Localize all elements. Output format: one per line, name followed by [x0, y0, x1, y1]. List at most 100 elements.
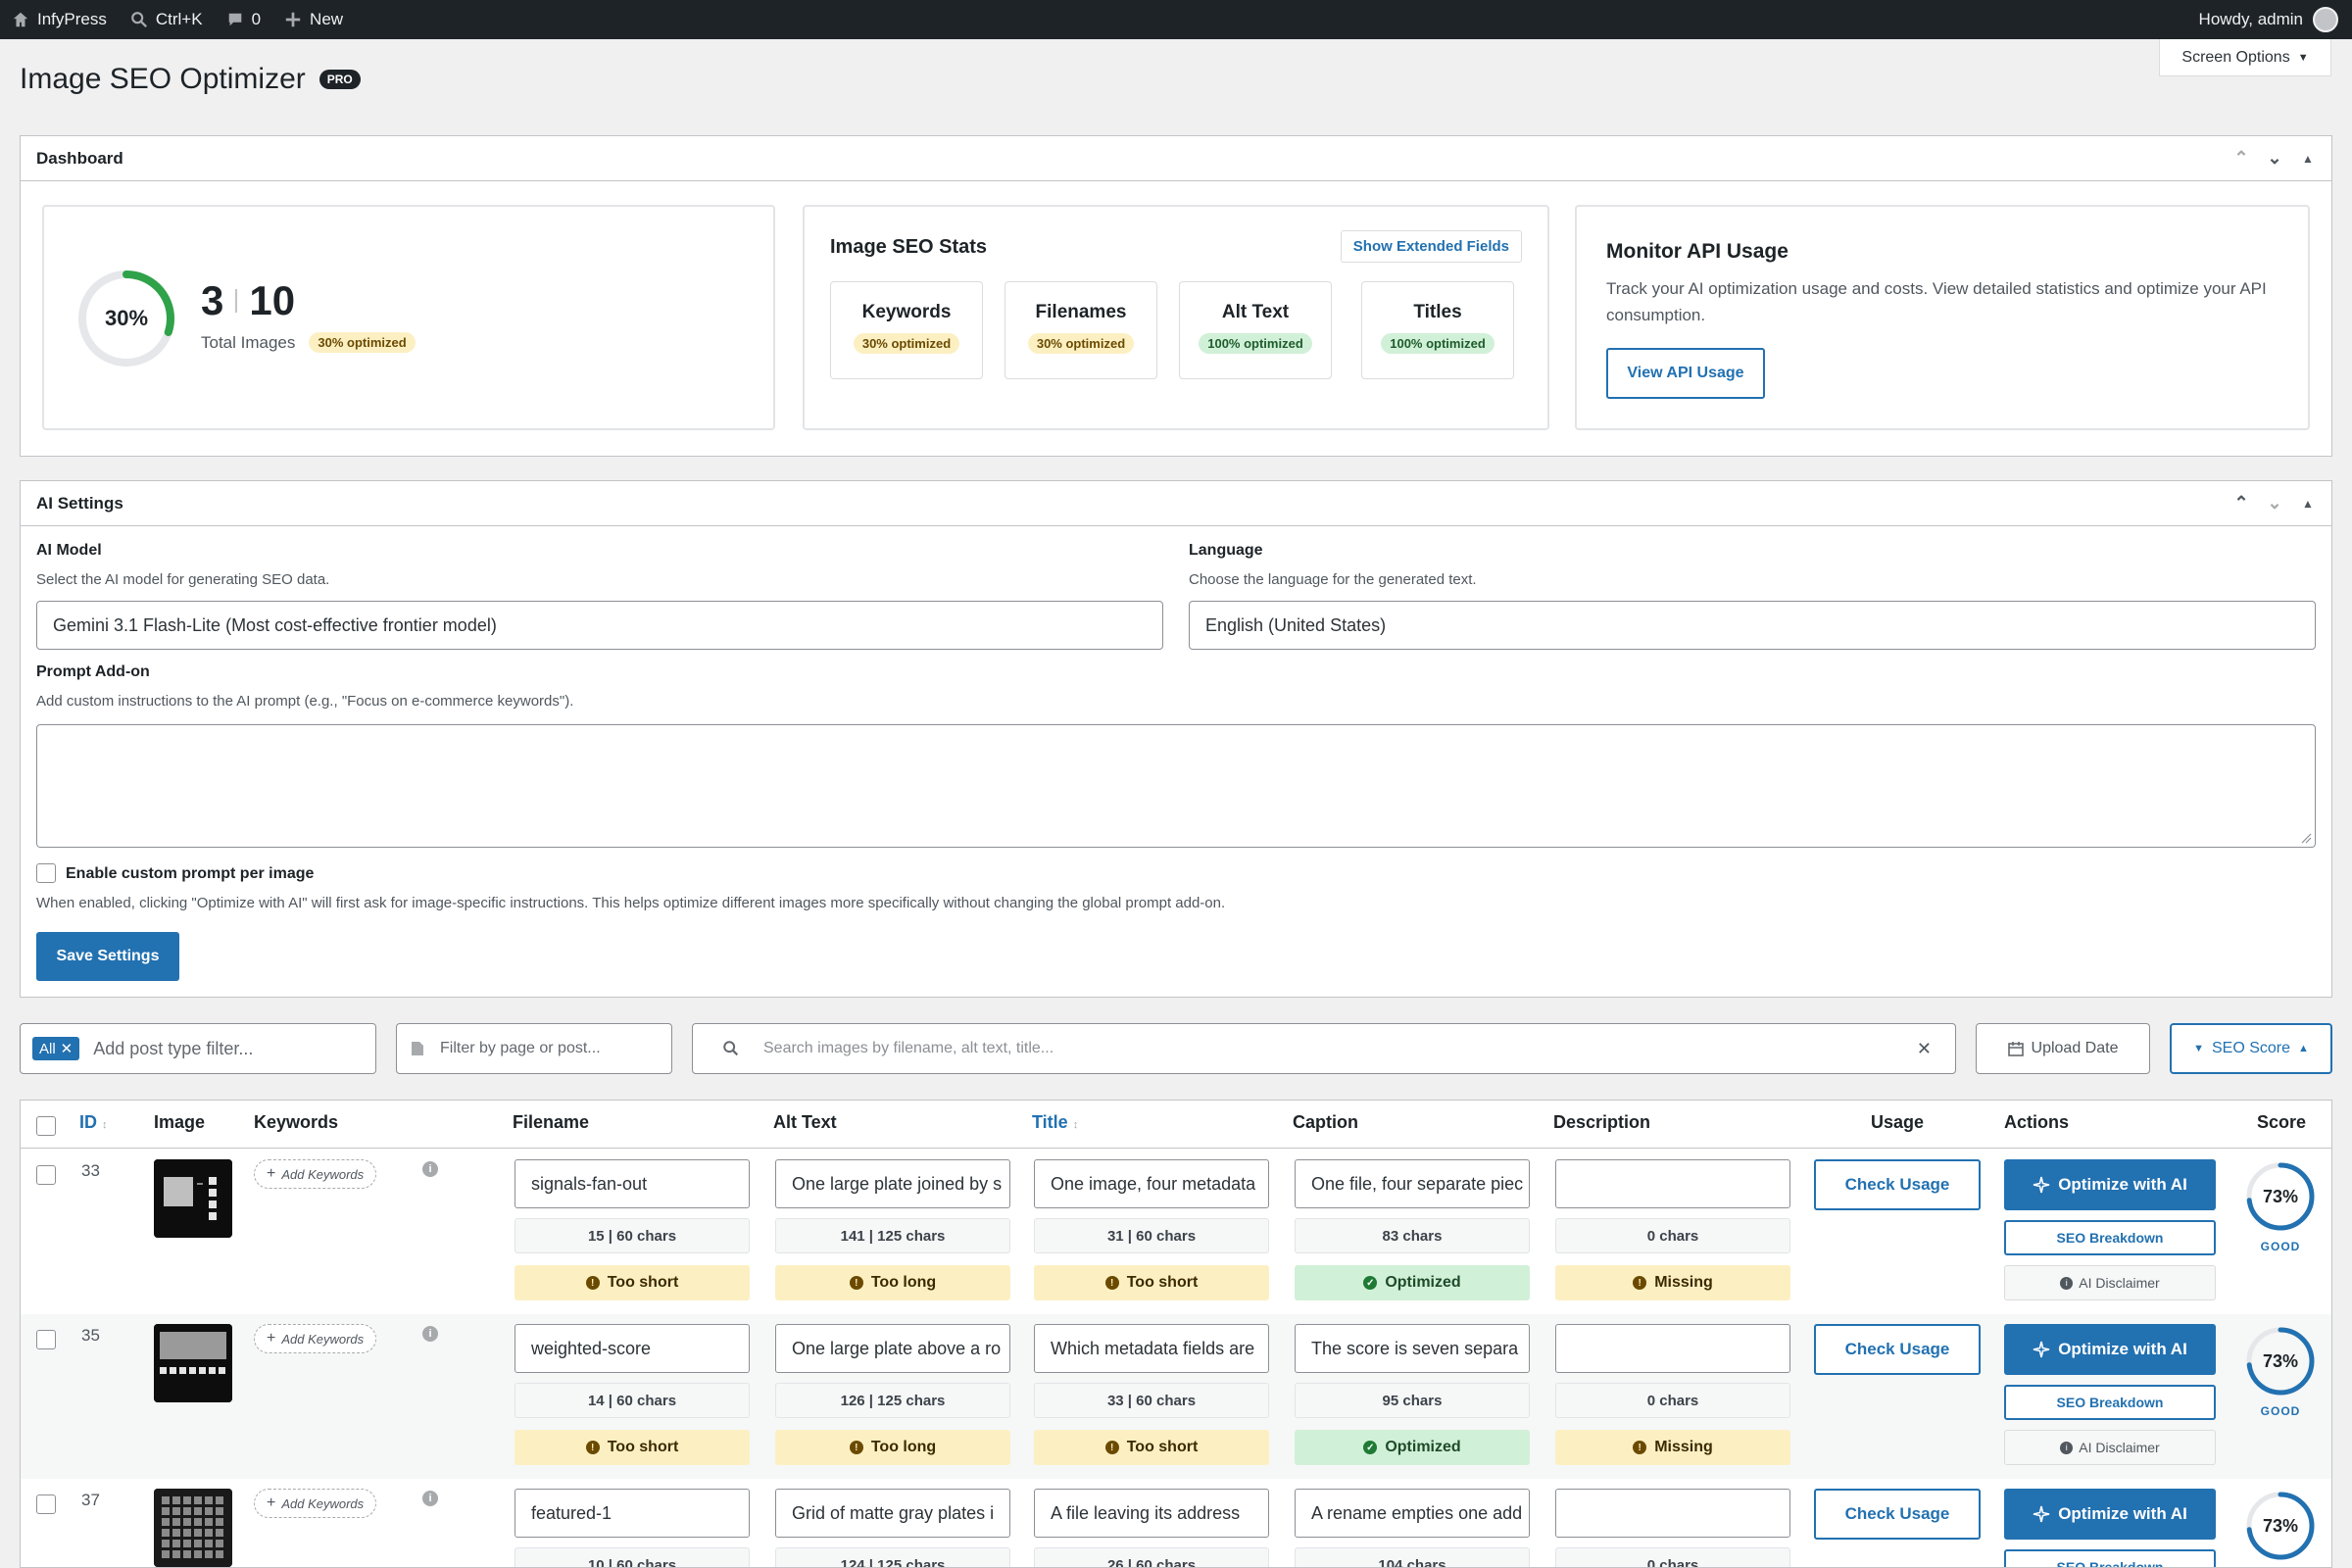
optimize-with-ai-button[interactable]: Optimize with AI — [2004, 1159, 2216, 1210]
filename-input[interactable]: featured-1 — [514, 1489, 750, 1538]
row-checkbox[interactable] — [36, 1330, 56, 1349]
page-icon — [412, 1042, 423, 1055]
alt-text-char-count: 124 | 125 chars — [775, 1547, 1010, 1567]
select-all-checkbox[interactable] — [36, 1116, 56, 1136]
alert-icon: ! — [1104, 1441, 1119, 1454]
post-type-placeholder: Add post type filter... — [93, 1038, 254, 1058]
ai-model-label: AI Model — [36, 542, 102, 559]
language-select[interactable]: English (United States) — [1189, 601, 2316, 650]
keywords-info-icon[interactable]: i — [422, 1161, 438, 1177]
alt-text-input[interactable]: One large plate above a ro — [775, 1324, 1010, 1373]
resize-handle-icon[interactable] — [2300, 832, 2312, 844]
all-chip[interactable]: All ✕ — [32, 1037, 80, 1060]
info-icon: i — [2060, 1441, 2074, 1454]
image-search[interactable]: Search images by filename, alt text, tit… — [692, 1023, 1956, 1074]
alert-icon: ! — [585, 1276, 600, 1290]
title-input[interactable]: One image, four metadata — [1034, 1159, 1269, 1208]
site-link[interactable]: InfyPress — [0, 0, 119, 39]
sparkle-icon — [2034, 1176, 2050, 1194]
row-checkbox[interactable] — [36, 1494, 56, 1514]
add-keywords-button[interactable]: + Add Keywords — [254, 1324, 377, 1353]
account-menu[interactable]: Howdy, admin — [2199, 7, 2352, 32]
ai-disclaimer-label: AI Disclaimer — [2079, 1440, 2160, 1455]
alert-icon: ! — [1104, 1276, 1119, 1290]
post-type-filter[interactable]: All ✕ Add post type filter... — [20, 1023, 376, 1074]
collapse-toggle-icon[interactable]: ▲ — [2300, 497, 2316, 511]
image-thumbnail[interactable] — [154, 1489, 232, 1567]
column-actions: Actions — [2004, 1112, 2070, 1132]
page-filter[interactable]: Filter by page or post... — [396, 1023, 672, 1074]
seo-breakdown-button[interactable]: SEO Breakdown — [2004, 1385, 2216, 1420]
filename-input[interactable]: signals-fan-out — [514, 1159, 750, 1208]
stat-badge: 100% optimized — [1199, 333, 1312, 354]
image-thumbnail[interactable] — [154, 1159, 232, 1238]
screen-options-button[interactable]: Screen Options ▼ — [2159, 39, 2331, 76]
ai-disclaimer-button[interactable]: i AI Disclaimer — [2004, 1265, 2216, 1300]
column-id[interactable]: ID ↕ — [79, 1112, 108, 1133]
screen-options-label: Screen Options — [2181, 48, 2290, 66]
add-keywords-button[interactable]: + Add Keywords — [254, 1489, 377, 1518]
comments-link[interactable]: 0 — [215, 0, 272, 39]
custom-prompt-checkbox[interactable] — [36, 863, 56, 883]
status-label: Too long — [870, 1439, 937, 1455]
caption-input[interactable]: The score is seven separa — [1295, 1324, 1530, 1373]
move-up-icon[interactable]: ⌃ — [2233, 493, 2249, 514]
image-thumbnail[interactable] — [154, 1324, 232, 1402]
filename-char-count: 15 | 60 chars — [514, 1218, 750, 1253]
alt-text-input[interactable]: Grid of matte gray plates i — [775, 1489, 1010, 1538]
description-input[interactable] — [1555, 1489, 1790, 1538]
page-filter-placeholder: Filter by page or post... — [440, 1040, 601, 1056]
column-usage: Usage — [1871, 1112, 1925, 1132]
view-api-usage-button[interactable]: View API Usage — [1606, 348, 1765, 399]
seo-score-rating: GOOD — [2260, 1404, 2301, 1418]
move-down-icon[interactable]: ⌄ — [2267, 493, 2282, 514]
title-input[interactable]: Which metadata fields are — [1034, 1324, 1269, 1373]
comments-count: 0 — [251, 10, 262, 28]
ai-disclaimer-button[interactable]: i AI Disclaimer — [2004, 1430, 2216, 1465]
all-chip-label: All — [39, 1040, 56, 1057]
row-checkbox[interactable] — [36, 1165, 56, 1185]
move-down-icon[interactable]: ⌄ — [2267, 148, 2282, 169]
title-input[interactable]: A file leaving its address — [1034, 1489, 1269, 1538]
column-id-label: ID — [79, 1112, 97, 1132]
search-shortcut[interactable]: Ctrl+K — [119, 0, 215, 39]
show-extended-fields-button[interactable]: Show Extended Fields — [1340, 230, 1522, 263]
home-icon — [13, 12, 28, 27]
save-settings-button[interactable]: Save Settings — [36, 932, 179, 981]
language-label: Language — [1189, 542, 1263, 559]
ai-model-select[interactable]: Gemini 3.1 Flash-Lite (Most cost-effecti… — [36, 601, 1163, 650]
optimize-with-ai-button[interactable]: Optimize with AI — [2004, 1324, 2216, 1375]
clear-search-icon[interactable]: ✕ — [1917, 1039, 1932, 1059]
seo-score-sort[interactable]: ▼ SEO Score ▲ — [2170, 1023, 2332, 1074]
alert-icon: ! — [1633, 1276, 1647, 1290]
remove-chip-icon[interactable]: ✕ — [61, 1040, 74, 1057]
image-id: 33 — [81, 1161, 100, 1180]
caption-input[interactable]: A rename empties one add — [1295, 1489, 1530, 1538]
new-content-link[interactable]: New — [272, 0, 355, 39]
column-title[interactable]: Title ↕ — [1032, 1112, 1078, 1133]
description-input[interactable] — [1555, 1159, 1790, 1208]
prompt-addon-textarea[interactable] — [36, 724, 2316, 848]
caption-char-count: 95 chars — [1295, 1383, 1530, 1418]
check-usage-button[interactable]: Check Usage — [1814, 1324, 1981, 1375]
dashboard-title: Dashboard — [36, 148, 123, 168]
move-up-icon[interactable]: ⌃ — [2233, 148, 2249, 169]
check-usage-button[interactable]: Check Usage — [1814, 1159, 1981, 1210]
add-keywords-button[interactable]: + Add Keywords — [254, 1159, 377, 1189]
sparkle-icon — [2034, 1341, 2050, 1358]
keywords-info-icon[interactable]: i — [422, 1326, 438, 1342]
optimize-with-ai-button[interactable]: Optimize with AI — [2004, 1489, 2216, 1540]
alt-text-input[interactable]: One large plate joined by s — [775, 1159, 1010, 1208]
caption-input[interactable]: One file, four separate piec — [1295, 1159, 1530, 1208]
keywords-info-icon[interactable]: i — [422, 1491, 438, 1506]
admin-bar: InfyPress Ctrl+K 0 New Howdy, admin — [0, 0, 2352, 39]
filename-input[interactable]: weighted-score — [514, 1324, 750, 1373]
description-input[interactable] — [1555, 1324, 1790, 1373]
upload-date-sort[interactable]: Upload Date — [1976, 1023, 2150, 1074]
collapse-toggle-icon[interactable]: ▲ — [2300, 152, 2316, 166]
ai-settings-header: AI Settings ⌃ ⌄ ▲ — [21, 481, 2331, 526]
caption-char-count: 83 chars — [1295, 1218, 1530, 1253]
seo-breakdown-button[interactable]: SEO Breakdown — [2004, 1549, 2216, 1567]
seo-breakdown-button[interactable]: SEO Breakdown — [2004, 1220, 2216, 1255]
check-usage-button[interactable]: Check Usage — [1814, 1489, 1981, 1540]
